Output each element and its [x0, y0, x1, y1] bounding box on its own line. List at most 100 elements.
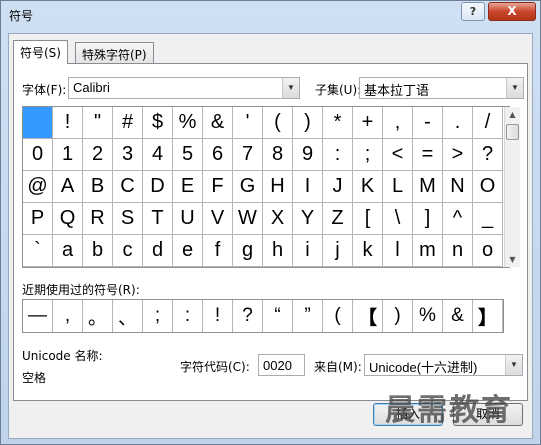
symbol-cell[interactable]: T: [143, 203, 173, 235]
symbol-cell[interactable]: V: [203, 203, 233, 235]
symbol-cell[interactable]: ,: [383, 107, 413, 139]
symbol-cell[interactable]: m: [413, 235, 443, 267]
symbol-cell[interactable]: j: [323, 235, 353, 267]
symbol-cell[interactable]: 5: [173, 139, 203, 171]
symbol-cell[interactable]: g: [233, 235, 263, 267]
symbol-cell[interactable]: +: [353, 107, 383, 139]
symbol-cell[interactable]: `: [23, 235, 53, 267]
symbol-cell[interactable]: ": [83, 107, 113, 139]
symbol-cell[interactable]: >: [443, 139, 473, 171]
recent-symbol-cell[interactable]: 、: [113, 300, 143, 332]
subset-select[interactable]: 基本拉丁语 ▼: [359, 77, 524, 99]
symbol-cell[interactable]: a: [53, 235, 83, 267]
symbol-cell[interactable]: 3: [113, 139, 143, 171]
recent-symbol-cell[interactable]: 。: [83, 300, 113, 332]
symbol-cell[interactable]: k: [353, 235, 383, 267]
tab-symbols[interactable]: 符号(S): [13, 40, 68, 64]
symbol-cell[interactable]: M: [413, 171, 443, 203]
symbol-cell[interactable]: 7: [233, 139, 263, 171]
symbol-cell[interactable]: C: [113, 171, 143, 203]
symbol-cell[interactable]: ;: [353, 139, 383, 171]
symbol-cell[interactable]: Q: [53, 203, 83, 235]
recent-symbol-cell[interactable]: —: [23, 300, 53, 332]
symbol-cell[interactable]: R: [83, 203, 113, 235]
symbol-cell[interactable]: o: [473, 235, 503, 267]
symbol-cell[interactable]: W: [233, 203, 263, 235]
symbol-cell[interactable]: ): [293, 107, 323, 139]
symbol-cell[interactable]: P: [23, 203, 53, 235]
symbol-cell[interactable]: *: [323, 107, 353, 139]
symbol-cell[interactable]: 6: [203, 139, 233, 171]
from-select[interactable]: Unicode(十六进制) ▼: [364, 354, 523, 376]
symbol-cell[interactable]: %: [173, 107, 203, 139]
recent-symbol-cell[interactable]: %: [413, 300, 443, 332]
symbol-cell[interactable]: G: [233, 171, 263, 203]
tab-special-characters[interactable]: 特殊字符(P): [75, 42, 154, 64]
symbol-cell[interactable]: J: [323, 171, 353, 203]
recent-symbol-cell[interactable]: (: [323, 300, 353, 332]
symbol-cell[interactable]: #: [113, 107, 143, 139]
recent-symbol-cell[interactable]: “: [263, 300, 293, 332]
symbol-cell[interactable]: E: [173, 171, 203, 203]
symbol-cell[interactable]: O: [473, 171, 503, 203]
symbol-grid-scrollbar[interactable]: ▲ ▼: [504, 107, 520, 267]
scroll-up-icon[interactable]: ▲: [505, 107, 520, 122]
symbol-cell[interactable]: b: [83, 235, 113, 267]
symbol-cell[interactable]: F: [203, 171, 233, 203]
chevron-down-icon[interactable]: ▼: [505, 355, 522, 375]
symbol-cell[interactable]: Z: [323, 203, 353, 235]
close-button[interactable]: X: [488, 2, 536, 21]
symbol-cell[interactable]: d: [143, 235, 173, 267]
symbol-cell[interactable]: K: [353, 171, 383, 203]
scrollbar-thumb[interactable]: [506, 124, 519, 140]
symbol-cell[interactable]: I: [293, 171, 323, 203]
help-button[interactable]: ?: [461, 2, 485, 21]
symbol-cell[interactable]: 8: [263, 139, 293, 171]
recent-symbol-cell[interactable]: 【: [353, 300, 383, 332]
chevron-down-icon[interactable]: ▼: [506, 78, 523, 98]
symbol-cell[interactable]: 2: [83, 139, 113, 171]
symbol-cell[interactable]: S: [113, 203, 143, 235]
symbol-cell[interactable]: &: [203, 107, 233, 139]
symbol-cell[interactable]: e: [173, 235, 203, 267]
symbol-cell[interactable]: h: [263, 235, 293, 267]
symbol-cell[interactable]: =: [413, 139, 443, 171]
symbol-cell[interactable]: L: [383, 171, 413, 203]
symbol-cell[interactable]: -: [413, 107, 443, 139]
symbol-cell[interactable]: c: [113, 235, 143, 267]
symbol-cell[interactable]: (: [263, 107, 293, 139]
symbol-cell[interactable]: <: [383, 139, 413, 171]
symbol-cell[interactable]: /: [473, 107, 503, 139]
symbol-cell[interactable]: 0: [23, 139, 53, 171]
recent-symbol-cell[interactable]: ,: [53, 300, 83, 332]
symbol-cell[interactable]: \: [383, 203, 413, 235]
symbol-cell[interactable]: B: [83, 171, 113, 203]
symbol-cell[interactable]: n: [443, 235, 473, 267]
symbol-cell[interactable]: 1: [53, 139, 83, 171]
symbol-cell[interactable]: H: [263, 171, 293, 203]
recent-symbol-cell[interactable]: ”: [293, 300, 323, 332]
symbol-cell[interactable]: $: [143, 107, 173, 139]
symbol-cell[interactable]: 9: [293, 139, 323, 171]
symbol-cell[interactable]: .: [443, 107, 473, 139]
recent-symbol-cell[interactable]: ;: [143, 300, 173, 332]
symbol-cell[interactable]: :: [323, 139, 353, 171]
symbol-cell[interactable]: D: [143, 171, 173, 203]
symbol-cell[interactable]: ]: [413, 203, 443, 235]
symbol-cell[interactable]: [: [353, 203, 383, 235]
symbol-cell[interactable]: ^: [443, 203, 473, 235]
chevron-down-icon[interactable]: ▼: [282, 78, 299, 98]
symbol-cell[interactable]: _: [473, 203, 503, 235]
symbol-cell[interactable]: l: [383, 235, 413, 267]
recent-symbol-cell[interactable]: 】: [473, 300, 503, 332]
symbol-cell[interactable]: N: [443, 171, 473, 203]
recent-symbol-cell[interactable]: ?: [233, 300, 263, 332]
symbol-cell[interactable]: @: [23, 171, 53, 203]
symbol-cell[interactable]: A: [53, 171, 83, 203]
char-code-input[interactable]: 0020: [258, 354, 305, 376]
symbol-cell[interactable]: ?: [473, 139, 503, 171]
symbol-cell[interactable]: U: [173, 203, 203, 235]
symbol-cell[interactable]: 4: [143, 139, 173, 171]
recent-symbol-cell[interactable]: &: [443, 300, 473, 332]
symbol-cell-selected[interactable]: [23, 107, 53, 139]
